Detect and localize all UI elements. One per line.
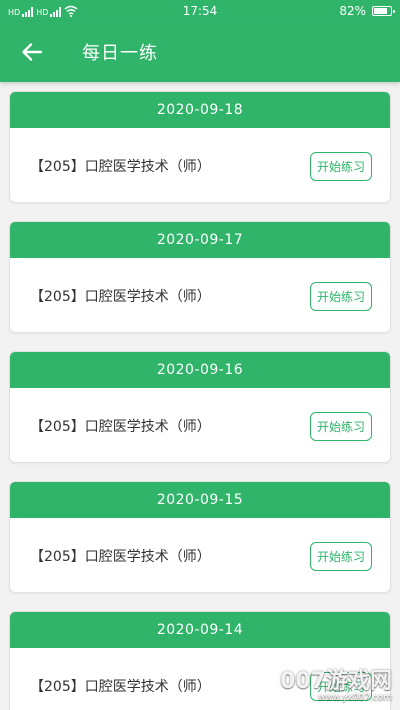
- cell-signal-icon: HD: [8, 6, 34, 17]
- signal-label: HD: [36, 7, 49, 17]
- status-icons-right: 82%: [339, 4, 395, 18]
- signal-label: HD: [8, 7, 21, 17]
- start-practice-button[interactable]: 开始练习: [309, 411, 372, 441]
- practice-date: 2020-09-16: [10, 352, 390, 388]
- arrow-left-icon: [22, 43, 42, 61]
- practice-title: 【205】口腔医学技术（师）: [30, 549, 211, 565]
- practice-date: 2020-09-18: [10, 92, 390, 128]
- practice-title: 【205】口腔医学技术（师）: [30, 419, 211, 435]
- back-button[interactable]: [20, 40, 44, 64]
- start-practice-button[interactable]: 开始练习: [309, 541, 372, 571]
- practice-body: 【205】口腔医学技术（师） 开始练习: [10, 258, 390, 332]
- start-practice-button[interactable]: 开始练习: [309, 671, 372, 701]
- status-icons-left: HD HD: [8, 5, 78, 17]
- practice-body: 【205】口腔医学技术（师） 开始练习: [10, 648, 390, 710]
- practice-body: 【205】口腔医学技术（师） 开始练习: [10, 518, 390, 592]
- practice-card: 2020-09-18 【205】口腔医学技术（师） 开始练习: [9, 91, 391, 203]
- battery-icon: [372, 6, 395, 16]
- practice-body: 【205】口腔医学技术（师） 开始练习: [10, 128, 390, 202]
- status-bar: HD HD 17:54 82%: [0, 0, 400, 22]
- practice-title: 【205】口腔医学技术（师）: [30, 289, 211, 305]
- battery-percent: 82%: [339, 4, 366, 18]
- start-practice-button[interactable]: 开始练习: [309, 151, 372, 181]
- practice-card: 2020-09-14 【205】口腔医学技术（师） 开始练习: [9, 611, 391, 710]
- practice-card: 2020-09-16 【205】口腔医学技术（师） 开始练习: [9, 351, 391, 463]
- practice-title: 【205】口腔医学技术（师）: [30, 679, 211, 695]
- practice-card: 2020-09-15 【205】口腔医学技术（师） 开始练习: [9, 481, 391, 593]
- practice-card: 2020-09-17 【205】口腔医学技术（师） 开始练习: [9, 221, 391, 333]
- page-title: 每日一练: [82, 43, 158, 64]
- cell-signal-icon: HD: [36, 6, 62, 17]
- battery-fill: [374, 8, 388, 14]
- wifi-icon: [64, 5, 78, 17]
- start-practice-button[interactable]: 开始练习: [309, 281, 372, 311]
- app-bar: 每日一练: [0, 22, 400, 82]
- practice-date: 2020-09-14: [10, 612, 390, 648]
- practice-body: 【205】口腔医学技术（师） 开始练习: [10, 388, 390, 462]
- practice-date: 2020-09-17: [10, 222, 390, 258]
- practice-title: 【205】口腔医学技术（师）: [30, 159, 211, 175]
- practice-list[interactable]: 2020-09-18 【205】口腔医学技术（师） 开始练习 2020-09-1…: [0, 82, 400, 710]
- practice-date: 2020-09-15: [10, 482, 390, 518]
